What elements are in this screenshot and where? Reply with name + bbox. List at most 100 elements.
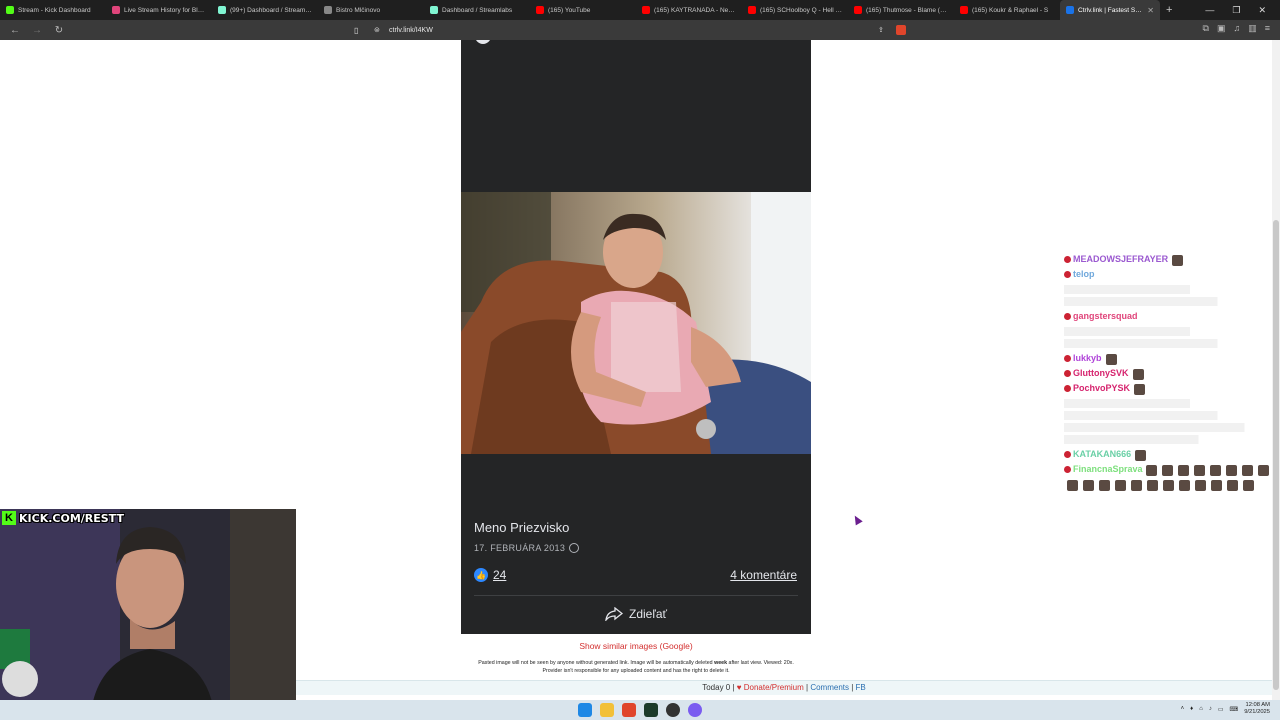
minimize-icon[interactable]: — xyxy=(1205,5,1214,15)
chat-badge-icon xyxy=(1064,385,1071,393)
faded-chat-line xyxy=(1064,297,1272,306)
tab-favicon-icon xyxy=(324,6,332,14)
share-arrow-icon xyxy=(605,607,623,621)
tab-favicon-icon xyxy=(748,6,756,14)
thumbs-up-icon: 👍 xyxy=(474,568,488,582)
tab-favicon-icon xyxy=(960,6,968,14)
wallet-icon[interactable]: ▣ xyxy=(1217,23,1226,34)
browser-tab[interactable]: (99+) Dashboard / Streamlabs xyxy=(212,0,318,20)
tab-title: (165) YouTube xyxy=(548,6,591,14)
chat-username: gangstersquad xyxy=(1073,311,1138,321)
site-footer: Today 0 | ♥ Donate/Premium | Comments | … xyxy=(296,680,1272,695)
share-page-icon[interactable]: ⇪ xyxy=(878,26,884,34)
browser-tab[interactable]: (165) KAYTRANADA - Need It xyxy=(636,0,742,20)
volume-icon[interactable]: ♪ xyxy=(1209,706,1212,712)
faded-chat-line xyxy=(1064,327,1272,336)
sidebar-icon[interactable]: ▥ xyxy=(1248,23,1257,34)
chat-username: MEADOWSJEFRAYER xyxy=(1073,254,1169,264)
clock[interactable]: 12:08 AM 9/21/2025 xyxy=(1244,702,1270,716)
chat-message: gangstersquad xyxy=(1064,309,1272,324)
site-info-icon[interactable]: ⊜ xyxy=(374,26,380,34)
obs-icon[interactable] xyxy=(666,703,680,717)
chat-emote-icon xyxy=(1067,480,1078,492)
tab-favicon-icon xyxy=(6,6,14,14)
windows-start-icon[interactable] xyxy=(578,703,592,717)
maximize-icon[interactable]: ❐ xyxy=(1232,5,1240,16)
browser-tab[interactable]: (165) YouTube xyxy=(530,0,636,20)
close-window-icon[interactable]: ✕ xyxy=(1258,5,1266,16)
back-icon[interactable]: ← xyxy=(8,23,22,37)
tab-title: Dashboard / Streamlabs xyxy=(442,6,513,14)
chat-emote-icon xyxy=(1115,480,1126,492)
likes-number: 24 xyxy=(493,568,507,582)
chat-username: GluttonySVK xyxy=(1073,368,1129,378)
tab-favicon-icon xyxy=(112,6,120,14)
chat-emote-icon xyxy=(1195,480,1206,492)
faded-chat-line xyxy=(1064,411,1272,420)
discord-icon[interactable] xyxy=(688,703,702,717)
file-explorer-icon[interactable] xyxy=(600,703,614,717)
mic-icon[interactable]: ♦ xyxy=(1190,706,1193,712)
browser-tab[interactable]: (165) SCHoolboy Q - Hell Of A xyxy=(742,0,848,20)
tab-title: Stream - Kick Dashboard xyxy=(18,6,91,14)
tray-chevron-icon[interactable]: ˄ xyxy=(1181,706,1185,712)
display-icon[interactable]: ▭ xyxy=(1218,706,1224,713)
tab-list: Stream - Kick Dashboard Live Stream Histo… xyxy=(0,0,1160,20)
clock-time: 12:08 AM xyxy=(1245,702,1271,708)
new-tab-button[interactable]: + xyxy=(1166,4,1172,16)
browser-tab[interactable]: Ctrlv.link | Fastest Screen ✕ xyxy=(1060,0,1160,20)
url-text: ctrlv.link/I4KW xyxy=(389,26,433,34)
extensions-icon[interactable]: ⧉ xyxy=(1203,23,1209,34)
address-bar[interactable]: ▯ ⊜ ctrlv.link/I4KW ⇪ xyxy=(350,23,910,37)
photo-illustration xyxy=(461,192,811,454)
show-similar-images-link[interactable]: Show similar images (Google) xyxy=(461,641,811,651)
tab-title: (99+) Dashboard / Streamlabs xyxy=(230,6,312,14)
post-date: 17. FEBRUÁRA 2013 xyxy=(474,543,580,553)
chat-message: telop xyxy=(1064,267,1272,282)
terminal-icon[interactable] xyxy=(644,703,658,717)
close-tab-icon[interactable]: ✕ xyxy=(1147,6,1154,15)
notice-text-line2: Provider isn't responsible for any uploa… xyxy=(542,668,730,674)
network-icon[interactable]: ⌂ xyxy=(1199,706,1203,712)
browser-tab[interactable]: Bistro Mlčinovo xyxy=(318,0,424,20)
brave-browser-icon[interactable] xyxy=(622,703,636,717)
chat-message: lukkyb xyxy=(1064,351,1272,366)
globe-icon xyxy=(569,543,580,553)
reload-icon[interactable]: ↻ xyxy=(52,23,66,37)
chat-badge-icon xyxy=(1064,466,1071,474)
menu-icon[interactable]: ≡ xyxy=(1265,23,1270,34)
chat-emote-icon xyxy=(1161,465,1173,477)
chat-emote-icon xyxy=(1105,354,1117,366)
page-scrollbar[interactable] xyxy=(1272,40,1280,700)
faded-chat-line xyxy=(1064,285,1272,294)
chat-username: KATAKAN666 xyxy=(1073,449,1132,459)
notice-text-c: after last view. Viewed: 20x. xyxy=(728,660,794,666)
chat-emote-icon xyxy=(1211,480,1222,492)
chat-badge-icon xyxy=(1064,355,1071,363)
chat-emote-icon xyxy=(1134,384,1146,396)
forward-icon[interactable]: → xyxy=(30,23,44,37)
share-action: Zdieľať xyxy=(461,607,811,621)
kick-handle: K KICK.COM/RESTT xyxy=(2,511,124,525)
bookmark-icon[interactable]: ▯ xyxy=(354,26,358,35)
fb-link[interactable]: FB xyxy=(856,683,866,692)
browser-tab[interactable]: (165) Koukr & Raphael - S xyxy=(954,0,1060,20)
tab-favicon-icon xyxy=(854,6,862,14)
media-icon[interactable]: ♫ xyxy=(1233,23,1240,34)
brave-shield-icon[interactable] xyxy=(896,25,906,35)
donate-link[interactable]: ♥ Donate/Premium xyxy=(737,683,804,692)
keyboard-icon[interactable]: ⌨ xyxy=(1230,706,1239,713)
browser-tab[interactable]: Stream - Kick Dashboard xyxy=(0,0,106,20)
tab-favicon-icon xyxy=(642,6,650,14)
post-date-text: 17. FEBRUÁRA 2013 xyxy=(474,543,566,553)
chat-emote-icon xyxy=(1177,465,1189,477)
browser-tab[interactable]: (165) Thutmose - Blame (Unof xyxy=(848,0,954,20)
chat-message: KATAKAN666 xyxy=(1064,447,1272,462)
comments-footer-link[interactable]: Comments xyxy=(810,683,849,692)
browser-tab[interactable]: Live Stream History for Blerp S xyxy=(106,0,212,20)
chat-emote-icon xyxy=(1163,480,1174,492)
notice-text-bold: week xyxy=(714,660,728,666)
browser-tab[interactable]: Dashboard / Streamlabs xyxy=(424,0,530,20)
scrollbar-thumb[interactable] xyxy=(1273,220,1279,690)
mouse-cursor xyxy=(851,513,863,526)
